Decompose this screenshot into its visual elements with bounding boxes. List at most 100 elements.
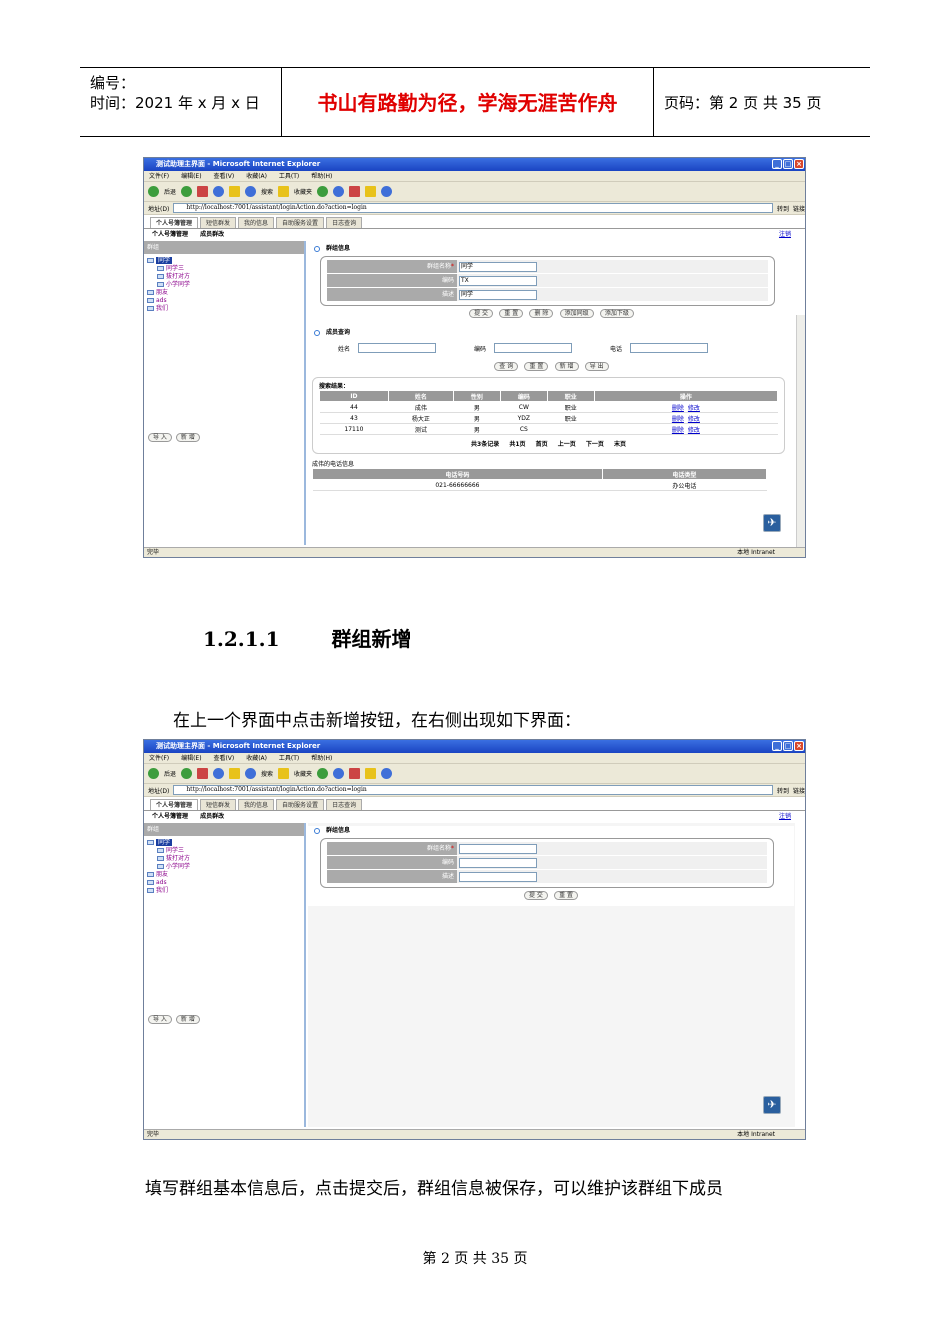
delete-link[interactable]: 删除: [672, 427, 684, 434]
pager-last[interactable]: 末页: [614, 441, 626, 448]
app-logo-icon[interactable]: ✈: [763, 1096, 781, 1114]
address-input[interactable]: http://localhost:7001/assistant/loginAct…: [173, 203, 773, 213]
tab-log[interactable]: 日志查询: [326, 799, 363, 810]
submit-button[interactable]: 提 交: [523, 891, 548, 900]
tab-my-info[interactable]: 我的信息: [238, 799, 275, 810]
favorites-label[interactable]: 收藏夹: [294, 769, 312, 778]
tree-item-selected[interactable]: 同学: [147, 839, 301, 847]
tab-self-service[interactable]: 自助服务设置: [276, 217, 325, 228]
pager-prev[interactable]: 上一页: [558, 441, 576, 448]
tree-item[interactable]: 拔打对方: [147, 273, 301, 281]
mail-icon[interactable]: [333, 768, 345, 779]
search-label[interactable]: 搜索: [261, 769, 273, 778]
submit-button[interactable]: 提 交: [469, 309, 494, 318]
close-icon[interactable]: ×: [794, 741, 804, 751]
tab-address-book[interactable]: 个人号簿管理: [150, 799, 199, 810]
mail-icon[interactable]: [333, 186, 345, 197]
search-icon[interactable]: [245, 768, 257, 779]
subtab-address-book[interactable]: 个人号簿管理: [152, 813, 188, 820]
stop-icon[interactable]: [197, 186, 209, 197]
go-button[interactable]: 转到: [777, 204, 789, 213]
import-button[interactable]: 导 入: [148, 1015, 172, 1024]
group-desc-input[interactable]: 同学: [459, 289, 537, 300]
edit-link[interactable]: 修改: [688, 427, 700, 434]
tree-item[interactable]: 我们: [147, 305, 301, 313]
stop-icon[interactable]: [197, 768, 209, 779]
group-code-input[interactable]: TX: [459, 275, 537, 286]
pager-first[interactable]: 首页: [536, 441, 548, 448]
reset-button[interactable]: 重 置: [499, 309, 524, 318]
menu-view[interactable]: 查看(V): [213, 755, 234, 762]
tab-my-info[interactable]: 我的信息: [238, 217, 275, 228]
folder-icon[interactable]: [365, 768, 377, 779]
tree-item-selected[interactable]: 同学: [147, 257, 301, 265]
tab-self-service[interactable]: 自助服务设置: [276, 799, 325, 810]
home-icon[interactable]: [229, 186, 241, 197]
menu-edit[interactable]: 编辑(E): [181, 755, 201, 762]
tree-item[interactable]: 朋友: [147, 871, 301, 879]
query-button[interactable]: 查 询: [494, 362, 519, 371]
home-icon[interactable]: [229, 768, 241, 779]
minimize-icon[interactable]: _: [772, 159, 782, 169]
refresh-icon[interactable]: [213, 186, 225, 197]
menu-view[interactable]: 查看(V): [213, 173, 234, 180]
tab-address-book[interactable]: 个人号簿管理: [150, 217, 199, 228]
media-icon[interactable]: [317, 768, 329, 779]
print-icon[interactable]: [349, 768, 361, 779]
logout-link[interactable]: 注销: [779, 229, 791, 241]
export-button[interactable]: 导 出: [584, 362, 609, 371]
logout-link[interactable]: 注销: [779, 811, 791, 823]
tree-item[interactable]: 小学同学: [147, 863, 301, 871]
links-label[interactable]: 链接: [793, 786, 805, 795]
forward-icon[interactable]: [181, 186, 193, 197]
delete-button[interactable]: 删 除: [529, 309, 554, 318]
edit-link[interactable]: 修改: [688, 405, 700, 412]
app-logo-icon[interactable]: ✈: [763, 514, 781, 532]
edit-link[interactable]: 修改: [688, 416, 700, 423]
back-label[interactable]: 后退: [164, 769, 176, 778]
subtab-member-edit[interactable]: 成员群改: [200, 813, 224, 820]
tab-log[interactable]: 日志查询: [326, 217, 363, 228]
delete-link[interactable]: 删除: [672, 405, 684, 412]
search-icon[interactable]: [245, 186, 257, 197]
minimize-icon[interactable]: _: [772, 741, 782, 751]
reset-button[interactable]: 重 置: [554, 891, 579, 900]
bluetooth-icon[interactable]: [381, 186, 393, 197]
menu-file[interactable]: 文件(F): [149, 755, 169, 762]
print-icon[interactable]: [349, 186, 361, 197]
menu-tools[interactable]: 工具(T): [279, 173, 299, 180]
add-sibling-button[interactable]: 添加同级: [559, 309, 594, 318]
bluetooth-icon[interactable]: [381, 768, 393, 779]
add-button[interactable]: 新 增: [175, 433, 200, 442]
query-phone-input[interactable]: [630, 343, 708, 353]
subtab-address-book[interactable]: 个人号簿管理: [152, 231, 188, 238]
menu-favorites[interactable]: 收藏(A): [246, 755, 267, 762]
menu-help[interactable]: 帮助(H): [311, 755, 332, 762]
pager-next[interactable]: 下一页: [586, 441, 604, 448]
media-icon[interactable]: [317, 186, 329, 197]
menu-help[interactable]: 帮助(H): [311, 173, 332, 180]
import-button[interactable]: 导 入: [148, 433, 172, 442]
search-label[interactable]: 搜索: [261, 187, 273, 196]
group-code-input[interactable]: [459, 857, 537, 868]
maximize-icon[interactable]: □: [783, 741, 793, 751]
add-member-button[interactable]: 新 增: [554, 362, 579, 371]
tree-item[interactable]: 同学三: [147, 847, 301, 855]
group-name-input[interactable]: 同学: [459, 261, 537, 272]
query-code-input[interactable]: [494, 343, 572, 353]
query-reset-button[interactable]: 重 置: [524, 362, 549, 371]
back-label[interactable]: 后退: [164, 187, 176, 196]
close-icon[interactable]: ×: [794, 159, 804, 169]
links-label[interactable]: 链接: [793, 204, 805, 213]
tab-sms[interactable]: 短信群发: [200, 217, 237, 228]
tab-sms[interactable]: 短信群发: [200, 799, 237, 810]
menu-tools[interactable]: 工具(T): [279, 755, 299, 762]
tree-item[interactable]: 我们: [147, 887, 301, 895]
forward-icon[interactable]: [181, 768, 193, 779]
back-icon[interactable]: [148, 768, 159, 779]
group-name-input[interactable]: [459, 843, 537, 854]
tree-item[interactable]: 朋友: [147, 289, 301, 297]
tree-item[interactable]: ads: [147, 297, 301, 305]
menu-edit[interactable]: 编辑(E): [181, 173, 201, 180]
favorites-icon[interactable]: [278, 768, 290, 779]
